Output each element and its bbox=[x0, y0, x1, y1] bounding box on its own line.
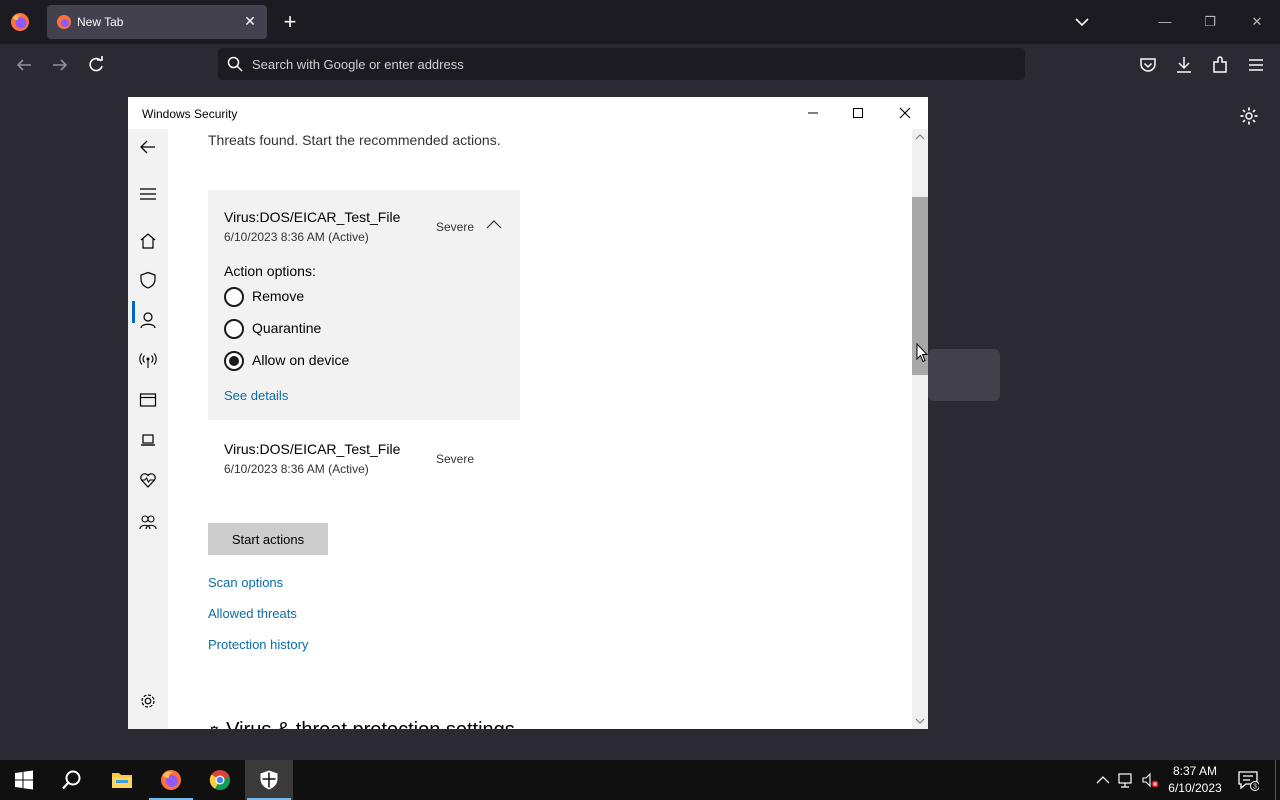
scan-options-link[interactable]: Scan options bbox=[208, 575, 283, 590]
threat-date: 6/10/2023 8:36 AM (Active) bbox=[224, 462, 369, 476]
clock-date: 6/10/2023 bbox=[1168, 781, 1222, 795]
windows-logo-icon bbox=[15, 770, 33, 790]
allow-on-device-label: Allow on device bbox=[252, 352, 350, 368]
volume-muted-icon[interactable] bbox=[1142, 770, 1160, 790]
minimize-icon[interactable]: — bbox=[1155, 12, 1175, 32]
threat-severity: Severe bbox=[436, 220, 475, 234]
threat-name: Virus:DOS/EICAR_Test_File bbox=[224, 441, 401, 457]
threat-item-expanded[interactable]: Virus:DOS/EICAR_Test_File 6/10/2023 8:36… bbox=[208, 190, 520, 420]
network-icon[interactable] bbox=[1118, 770, 1136, 790]
threat-date: 6/10/2023 8:36 AM (Active) bbox=[224, 230, 369, 244]
see-details-link[interactable]: See details bbox=[224, 388, 288, 403]
list-all-tabs-icon[interactable] bbox=[1072, 12, 1092, 32]
search-icon bbox=[62, 770, 81, 790]
reload-icon[interactable] bbox=[85, 54, 107, 76]
taskbar-chrome[interactable] bbox=[196, 760, 244, 800]
clock-time: 8:37 AM bbox=[1172, 764, 1218, 778]
hamburger-menu-icon[interactable] bbox=[139, 185, 157, 203]
windows-security-shield-icon bbox=[260, 770, 278, 790]
firewall-network-icon[interactable] bbox=[139, 351, 157, 369]
browser-tab-bar: New Tab ✕ + — ❐ ✕ bbox=[0, 0, 1280, 44]
address-bar[interactable] bbox=[218, 48, 1025, 80]
show-hidden-icons-chevron-icon[interactable] bbox=[1094, 770, 1112, 790]
chevron-up-icon[interactable] bbox=[486, 219, 502, 229]
security-sidebar bbox=[128, 129, 168, 729]
shield-icon[interactable] bbox=[139, 271, 157, 289]
mouse-cursor-icon bbox=[916, 343, 928, 363]
folder-icon bbox=[112, 773, 132, 788]
allowed-threats-link[interactable]: Allowed threats bbox=[208, 606, 297, 621]
device-security-laptop-icon[interactable] bbox=[139, 431, 157, 449]
threat-severity: Severe bbox=[436, 452, 475, 466]
start-button[interactable] bbox=[0, 760, 48, 800]
scroll-down-icon[interactable] bbox=[915, 717, 925, 725]
device-health-heart-icon[interactable] bbox=[139, 471, 157, 489]
ws-minimize-icon[interactable] bbox=[796, 101, 830, 125]
settings-gear-icon: ⚙ bbox=[208, 723, 221, 729]
firefox-logo-icon[interactable] bbox=[10, 12, 30, 32]
chrome-icon bbox=[209, 770, 230, 791]
threat-protection-content: Threats found. Start the recommended act… bbox=[168, 129, 912, 729]
allow-on-device-radio[interactable] bbox=[224, 351, 244, 371]
tab-close-icon[interactable]: ✕ bbox=[241, 12, 259, 30]
ws-close-icon[interactable] bbox=[888, 101, 922, 125]
window-title: Windows Security bbox=[142, 107, 238, 121]
active-indicator bbox=[132, 301, 135, 323]
show-desktop-button[interactable] bbox=[1275, 760, 1276, 800]
firefox-icon bbox=[161, 770, 181, 790]
ws-maximize-icon[interactable] bbox=[841, 101, 875, 125]
pocket-icon[interactable] bbox=[1137, 54, 1159, 76]
forward-arrow-icon[interactable] bbox=[49, 54, 71, 76]
action-options-label: Action options: bbox=[224, 263, 316, 279]
taskbar-file-explorer[interactable] bbox=[98, 760, 146, 800]
notifications-icon: 3 bbox=[1238, 771, 1259, 791]
threats-found-subheading: Threats found. Start the recommended act… bbox=[208, 132, 501, 148]
taskbar-clock[interactable]: 8:37 AM 6/10/2023 bbox=[1160, 763, 1230, 797]
shortcut-tile[interactable] bbox=[928, 349, 1000, 401]
home-icon[interactable] bbox=[139, 232, 157, 250]
page-settings-gear-icon[interactable] bbox=[1239, 106, 1259, 126]
windows-taskbar: 8:37 AM 6/10/2023 3 bbox=[0, 760, 1280, 800]
scroll-up-icon[interactable] bbox=[915, 133, 925, 141]
quarantine-label: Quarantine bbox=[252, 320, 322, 336]
start-actions-button[interactable]: Start actions bbox=[208, 523, 328, 555]
settings-section-heading: ⚙ Virus & threat protection settings bbox=[208, 719, 515, 729]
remove-radio[interactable] bbox=[224, 287, 244, 307]
windows-security-window: Windows Security Threats found. Start th… bbox=[128, 97, 928, 729]
firefox-favicon-icon bbox=[57, 15, 71, 29]
url-input[interactable] bbox=[252, 54, 952, 74]
protection-history-link[interactable]: Protection history bbox=[208, 637, 308, 652]
threat-name: Virus:DOS/EICAR_Test_File bbox=[224, 209, 401, 225]
settings-heading-text: Virus & threat protection settings bbox=[226, 719, 515, 729]
browser-nav-bar bbox=[0, 44, 1280, 85]
close-window-icon[interactable]: ✕ bbox=[1247, 12, 1267, 32]
threat-item-collapsed[interactable]: Virus:DOS/EICAR_Test_File 6/10/2023 8:36… bbox=[208, 439, 520, 489]
quarantine-radio[interactable] bbox=[224, 319, 244, 339]
family-options-icon[interactable] bbox=[139, 513, 157, 531]
account-person-icon[interactable] bbox=[139, 311, 157, 329]
search-icon bbox=[227, 56, 243, 72]
app-browser-control-icon[interactable] bbox=[139, 391, 157, 409]
extensions-icon[interactable] bbox=[1209, 54, 1231, 76]
settings-gear-icon[interactable] bbox=[139, 692, 157, 710]
new-tab-button[interactable]: + bbox=[280, 11, 300, 33]
remove-label: Remove bbox=[252, 288, 305, 304]
restore-icon[interactable]: ❐ bbox=[1200, 12, 1220, 32]
taskbar-firefox[interactable] bbox=[147, 760, 195, 800]
vertical-scrollbar[interactable] bbox=[912, 129, 928, 729]
back-arrow-icon[interactable] bbox=[13, 54, 35, 76]
back-arrow-icon[interactable] bbox=[139, 138, 157, 156]
tab-title: New Tab bbox=[77, 15, 124, 29]
action-center-button[interactable]: 3 bbox=[1230, 760, 1266, 800]
menu-hamburger-icon[interactable] bbox=[1245, 54, 1267, 76]
downloads-icon[interactable] bbox=[1173, 54, 1195, 76]
notification-count: 3 bbox=[1253, 784, 1257, 791]
taskbar-windows-security[interactable] bbox=[245, 760, 293, 800]
taskbar-search-button[interactable] bbox=[48, 760, 96, 800]
tab-new-tab[interactable]: New Tab ✕ bbox=[47, 5, 267, 39]
